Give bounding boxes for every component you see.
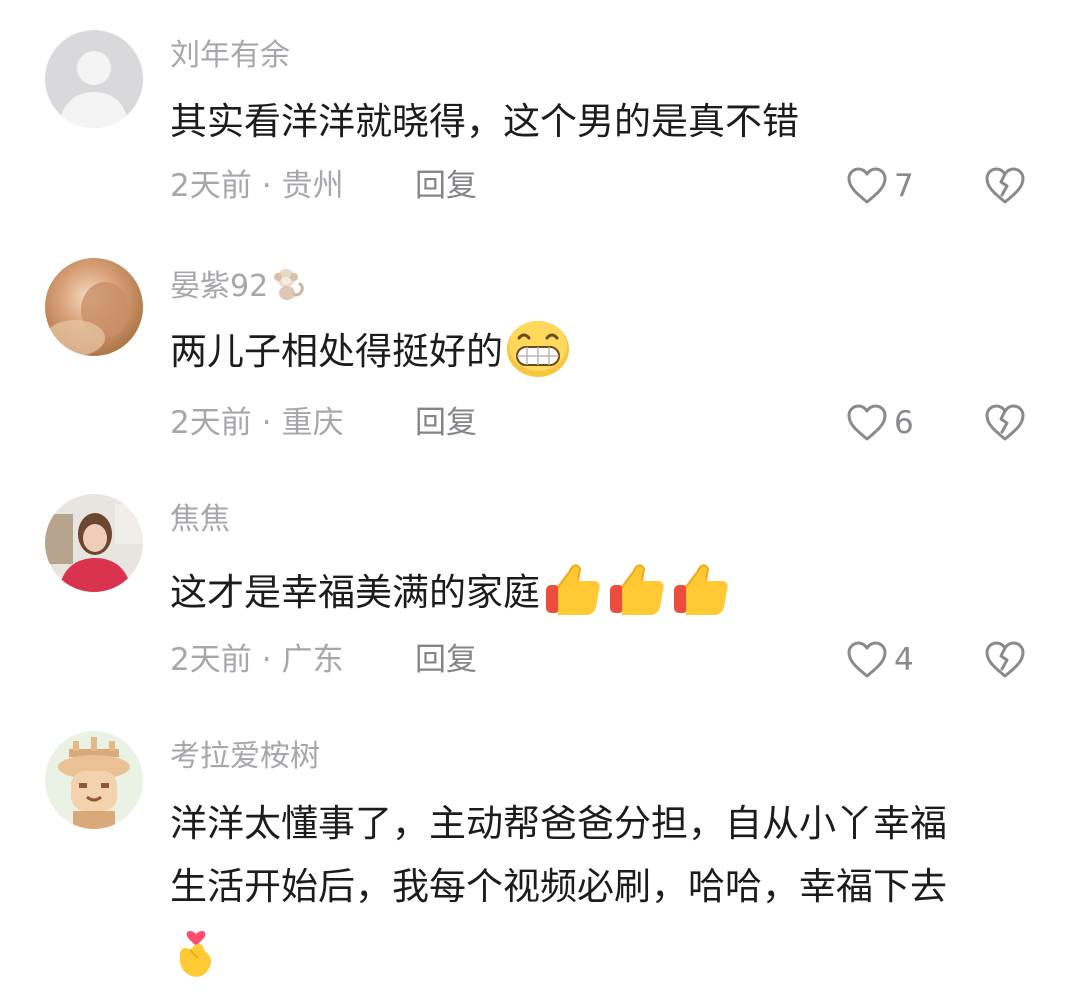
comment-text-content: 两儿子相处得挺好的 (170, 330, 503, 373)
like-count: 7 (894, 168, 914, 204)
comment-text: 两儿子相处得挺好的 (170, 320, 571, 396)
location: 广东 (281, 642, 344, 678)
broken-heart-icon (985, 404, 1025, 441)
reply-button[interactable]: 回复 (415, 166, 477, 206)
reply-button[interactable]: 回复 (415, 640, 477, 680)
like-count: 6 (894, 405, 914, 441)
username[interactable]: 考拉爱桉树 (170, 737, 320, 777)
monkey-icon (270, 264, 308, 313)
heart-icon (847, 404, 887, 441)
timestamp: 2天前 (170, 168, 252, 204)
dislike-button[interactable] (983, 638, 1027, 682)
comment-text: 这才是幸福美满的家庭 (170, 557, 732, 637)
username[interactable]: 焦焦 (170, 500, 230, 540)
username-text: 晏紫92 (170, 269, 269, 304)
comment-text: 其实看洋洋就晓得，这个男的是真不错 (170, 100, 799, 143)
comment-meta: 2天前 · 广东 (170, 640, 344, 680)
separator: · (261, 405, 272, 441)
separator: · (261, 168, 272, 204)
comment-text: 生活开始后，我每个视频必刷，哈哈，幸福下去 (170, 865, 947, 908)
like-button[interactable]: 7 (846, 164, 914, 208)
like-button[interactable]: 4 (846, 638, 914, 682)
like-count: 4 (894, 642, 914, 678)
comment-text: 洋洋太懂事了，主动帮爸爸分担，自从小丫幸福 (170, 802, 947, 845)
like-button[interactable]: 6 (846, 401, 914, 445)
photo-avatar-icon (45, 494, 143, 592)
comment-text (170, 920, 222, 998)
finger-heart-icon (170, 920, 222, 998)
thumbs-up-icon (542, 557, 604, 637)
comment-text-content: 这才是幸福美满的家庭 (170, 571, 540, 614)
username[interactable]: 晏紫92 (170, 264, 308, 313)
username[interactable]: 刘年有余 (170, 36, 290, 76)
location: 贵州 (281, 168, 344, 204)
location: 重庆 (281, 405, 344, 441)
broken-heart-icon (985, 167, 1025, 204)
thumbs-up-icon (670, 557, 732, 637)
heart-icon (847, 641, 887, 678)
default-user-avatar-icon (45, 30, 143, 128)
dislike-button[interactable] (983, 164, 1027, 208)
cartoon-avatar-icon (45, 731, 143, 829)
timestamp: 2天前 (170, 642, 252, 678)
timestamp: 2天前 (170, 405, 252, 441)
thumbs-up-icon (606, 557, 668, 637)
reply-button[interactable]: 回复 (415, 403, 477, 443)
avatar[interactable] (45, 731, 143, 829)
heart-icon (847, 167, 887, 204)
comment-meta: 2天前 · 重庆 (170, 403, 344, 443)
separator: · (261, 642, 272, 678)
broken-heart-icon (985, 641, 1025, 678)
comment-meta: 2天前 · 贵州 (170, 166, 344, 206)
photo-avatar-icon (45, 258, 143, 356)
avatar[interactable] (45, 494, 143, 592)
dislike-button[interactable] (983, 401, 1027, 445)
avatar[interactable] (45, 30, 143, 128)
grinning-face-icon (505, 320, 571, 396)
avatar[interactable] (45, 258, 143, 356)
